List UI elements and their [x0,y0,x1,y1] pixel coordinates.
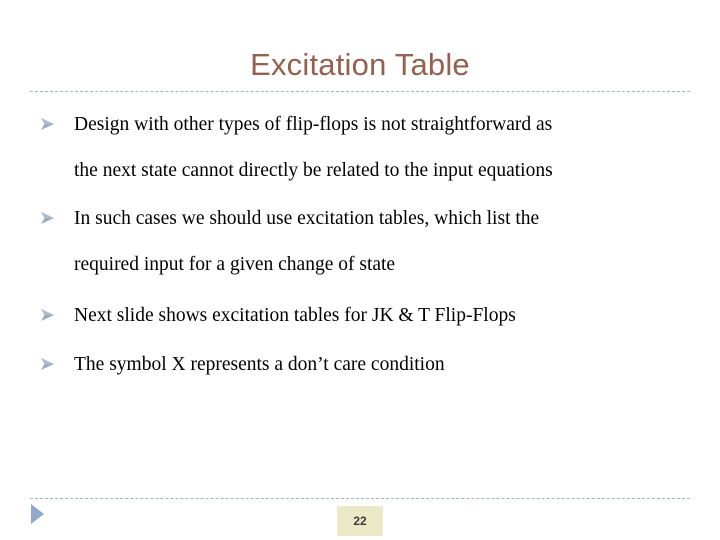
footer-divider [30,498,690,499]
list-item-label: The symbol X represents a don’t care con… [74,354,445,375]
page-title: Excitation Table [250,47,470,82]
list-item-label: Design with other types of flip-flops is… [74,114,553,135]
page-number-badge: 22 [337,506,383,536]
list-item-label: In such cases we should use excitation t… [74,208,540,229]
page-number-label: 22 [353,514,367,528]
title-area: Excitation Table [0,46,720,84]
list-item: Design with other types of flip-flops is… [32,112,688,137]
play-triangle-icon [30,503,46,525]
list-item: The symbol X represents a don’t care con… [32,352,688,377]
arrow-bullet-icon [38,305,60,327]
arrow-bullet-icon [38,354,60,376]
bullet-list: Design with other types of flip-flops is… [32,112,688,377]
arrow-bullet-icon [38,208,60,230]
list-item-continuation: required input for a given change of sta… [74,254,396,275]
arrow-bullet-icon [38,114,60,136]
title-divider [30,91,690,92]
list-item: Next slide shows excitation tables for J… [32,303,688,328]
list-item-label: Next slide shows excitation tables for J… [74,305,516,326]
list-item-continuation: the next state cannot directly be relate… [74,160,553,181]
list-item: In such cases we should use excitation t… [32,206,688,231]
slide-canvas: Excitation Table Design with other types… [0,0,720,540]
